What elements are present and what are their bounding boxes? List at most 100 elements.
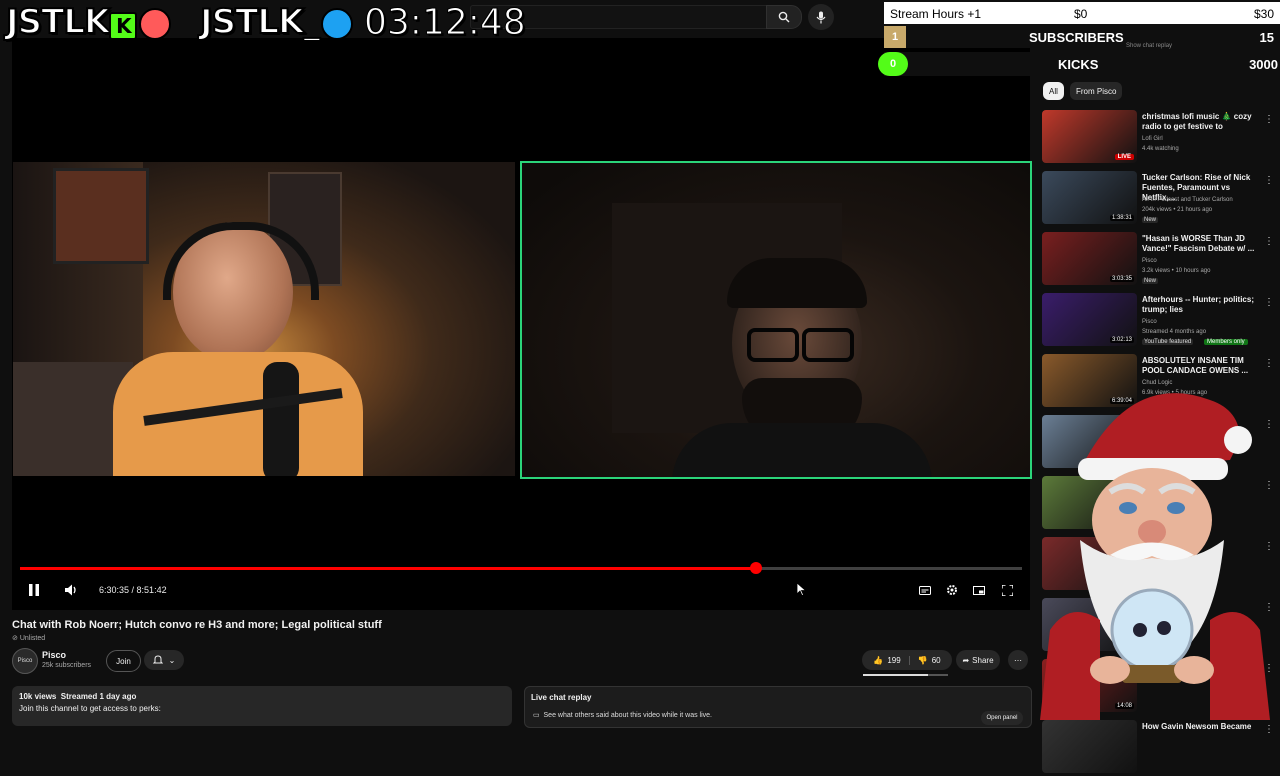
duration: 8:51:42 (136, 585, 167, 595)
kicks-goal: 3000 (1249, 57, 1278, 72)
gear-icon (947, 585, 957, 595)
recommendation-item[interactable]: 3:02:13 Afterhours -- Hunter; politics; t… (1042, 293, 1274, 349)
pause-icon (29, 584, 39, 596)
miniplayer-button[interactable] (970, 582, 988, 598)
video-thumbnail[interactable]: 3:02:13 (1042, 293, 1137, 346)
recommendation-item[interactable]: How Gavin Newsom Became ⋮ (1042, 720, 1274, 776)
captions-button[interactable] (916, 582, 934, 598)
recommendation-title[interactable]: "Hasan is WORSE Than JD Vance!" Fascism … (1142, 234, 1260, 254)
join-button[interactable]: Join (106, 650, 141, 672)
recommendation-title[interactable]: christmas lofi music 🎄 cozy radio to get… (1142, 112, 1260, 132)
recommendation-title[interactable]: ABSOLUTELY INSANE TIM POOL CANDACE OWENS… (1142, 356, 1260, 376)
notifications-button[interactable]: ⌄ (144, 650, 184, 670)
open-panel-label: Open panel (986, 715, 1018, 721)
more-actions-button[interactable]: ⋯ (1008, 650, 1028, 670)
voice-search-button[interactable] (808, 4, 834, 30)
share-icon: ➦ (962, 655, 970, 665)
description-box[interactable]: 10k views Streamed 1 day ago Join this c… (12, 686, 512, 726)
perks-line: Join this channel to get access to perks… (19, 704, 161, 713)
video-thumbnail[interactable]: LIVE (1042, 110, 1137, 163)
open-panel-button[interactable]: Open panel (981, 711, 1023, 725)
video-thumbnail[interactable]: 3:03:35 (1042, 232, 1137, 285)
recommendation-title[interactable]: Afterhours -- Hunter; politics; trump; l… (1142, 295, 1260, 315)
subscribers-label: SUBSCRIBERS (1029, 30, 1124, 45)
twitter-logo: JSTLK_ (199, 1, 354, 43)
settings-button[interactable] (943, 582, 961, 598)
volume-button[interactable] (62, 580, 82, 600)
kicks-badge: 0 (878, 52, 908, 76)
dislike-count: 60 (931, 655, 941, 665)
recommendation-views: 204k views • 21 hours ago (1142, 207, 1213, 213)
glasses-right (802, 328, 854, 362)
subscribers-row: 1 SUBSCRIBERS Show chat replay 15 (884, 26, 1280, 49)
fullscreen-button[interactable] (998, 582, 1016, 598)
volume-icon (65, 584, 76, 596)
glasses-left (747, 328, 799, 362)
progress-scrubber[interactable] (750, 562, 762, 574)
like-ratio-bar (863, 674, 948, 676)
search-button[interactable] (766, 5, 802, 29)
chip-all[interactable]: All (1043, 82, 1064, 100)
more-vert-icon[interactable]: ⋮ (1264, 175, 1274, 186)
kicks-label: KICKS (1058, 57, 1099, 72)
duration-badge: 3:02:13 (1109, 337, 1134, 343)
members-only-badge: Members only (1204, 339, 1248, 345)
recommendation-item[interactable]: 1:38:31 Tucker Carlson: Rise of Nick Fuen… (1042, 171, 1274, 227)
more-vert-icon[interactable]: ⋮ (1264, 358, 1274, 369)
like-button[interactable]: 👍 199 (873, 655, 910, 665)
recommendation-item[interactable]: 3:03:35 "Hasan is WORSE Than JD Vance!" F… (1042, 232, 1274, 288)
chevron-down-icon: ⌄ (168, 655, 176, 665)
channel-avatar[interactable]: Pisco (12, 648, 38, 674)
chip-all-label: All (1049, 86, 1058, 96)
current-time: 6:30:35 (99, 585, 130, 595)
recommendation-tag: YouTube featured (1142, 339, 1194, 345)
views-line: 10k views Streamed 1 day ago (19, 692, 137, 701)
recommendation-views: 4.4k watching (1142, 146, 1179, 152)
miniplayer-icon (973, 585, 985, 595)
channel-name[interactable]: Pisco (42, 650, 66, 660)
guest-shirt (672, 423, 932, 477)
thumbs-down-icon: 👎 (917, 655, 928, 665)
recommendation-views: 3.2k views • 10 hours ago (1142, 268, 1211, 274)
live-badge: LIVE (1114, 154, 1134, 160)
chip-from-channel[interactable]: From Pisco (1070, 82, 1123, 100)
microphone (263, 362, 299, 476)
stream-hours-row: Stream Hours +1 $0 $30 (884, 2, 1280, 24)
share-label: Share (972, 655, 994, 665)
time-display: 6:30:35 / 8:51:42 (99, 585, 167, 595)
duration-badge: 1:38:31 (1109, 215, 1134, 221)
recommendation-tag: New (1142, 278, 1159, 284)
more-vert-icon[interactable]: ⋮ (1264, 724, 1274, 735)
video-thumbnail[interactable] (1042, 720, 1137, 773)
recommendation-channel: Lofi Girl (1142, 136, 1163, 142)
video-thumbnail[interactable]: 1:38:31 (1042, 171, 1137, 224)
duration-badge: 3:03:35 (1109, 276, 1134, 282)
subscriber-count: 25k subscribers (42, 662, 92, 669)
mic-icon (816, 11, 826, 23)
visibility-text: Unlisted (19, 635, 46, 642)
subscribers-badge: 1 (884, 26, 906, 48)
recommendation-item[interactable]: LIVE christmas lofi music 🎄 cozy radio to… (1042, 110, 1274, 166)
pause-button[interactable] (24, 580, 44, 600)
unlisted-icon: ⊘ (12, 635, 18, 642)
visibility-label: ⊘ Unlisted (12, 634, 45, 642)
share-button[interactable]: ➦ Share (956, 650, 1000, 670)
like-count: 199 (887, 655, 901, 665)
dislike-button[interactable]: 👎 60 (910, 656, 941, 665)
more-vert-icon[interactable]: ⋮ (1264, 236, 1274, 247)
more-vert-icon[interactable]: ⋮ (1264, 114, 1274, 125)
stream-goals-overlay: Stream Hours +1 $0 $30 1 SUBSCRIBERS Sho… (878, 0, 1280, 80)
recommendation-meta: 4.4k watching (1142, 146, 1179, 152)
more-vert-icon[interactable]: ⋮ (1264, 297, 1274, 308)
chat-replay-label: Live chat replay (531, 693, 592, 702)
recommendation-channel: Pisco (1142, 319, 1157, 325)
stream-hours-max: $30 (1253, 7, 1274, 21)
santa-mascot-image (1040, 393, 1270, 720)
progress-played (20, 567, 756, 570)
captions-icon (919, 585, 931, 595)
stream-hours-label: Stream Hours +1 (890, 7, 982, 21)
webcam-right (520, 161, 1032, 479)
recommendation-title[interactable]: How Gavin Newsom Became (1142, 722, 1260, 732)
webcam-left (13, 162, 515, 476)
fullscreen-icon (1001, 584, 1013, 596)
